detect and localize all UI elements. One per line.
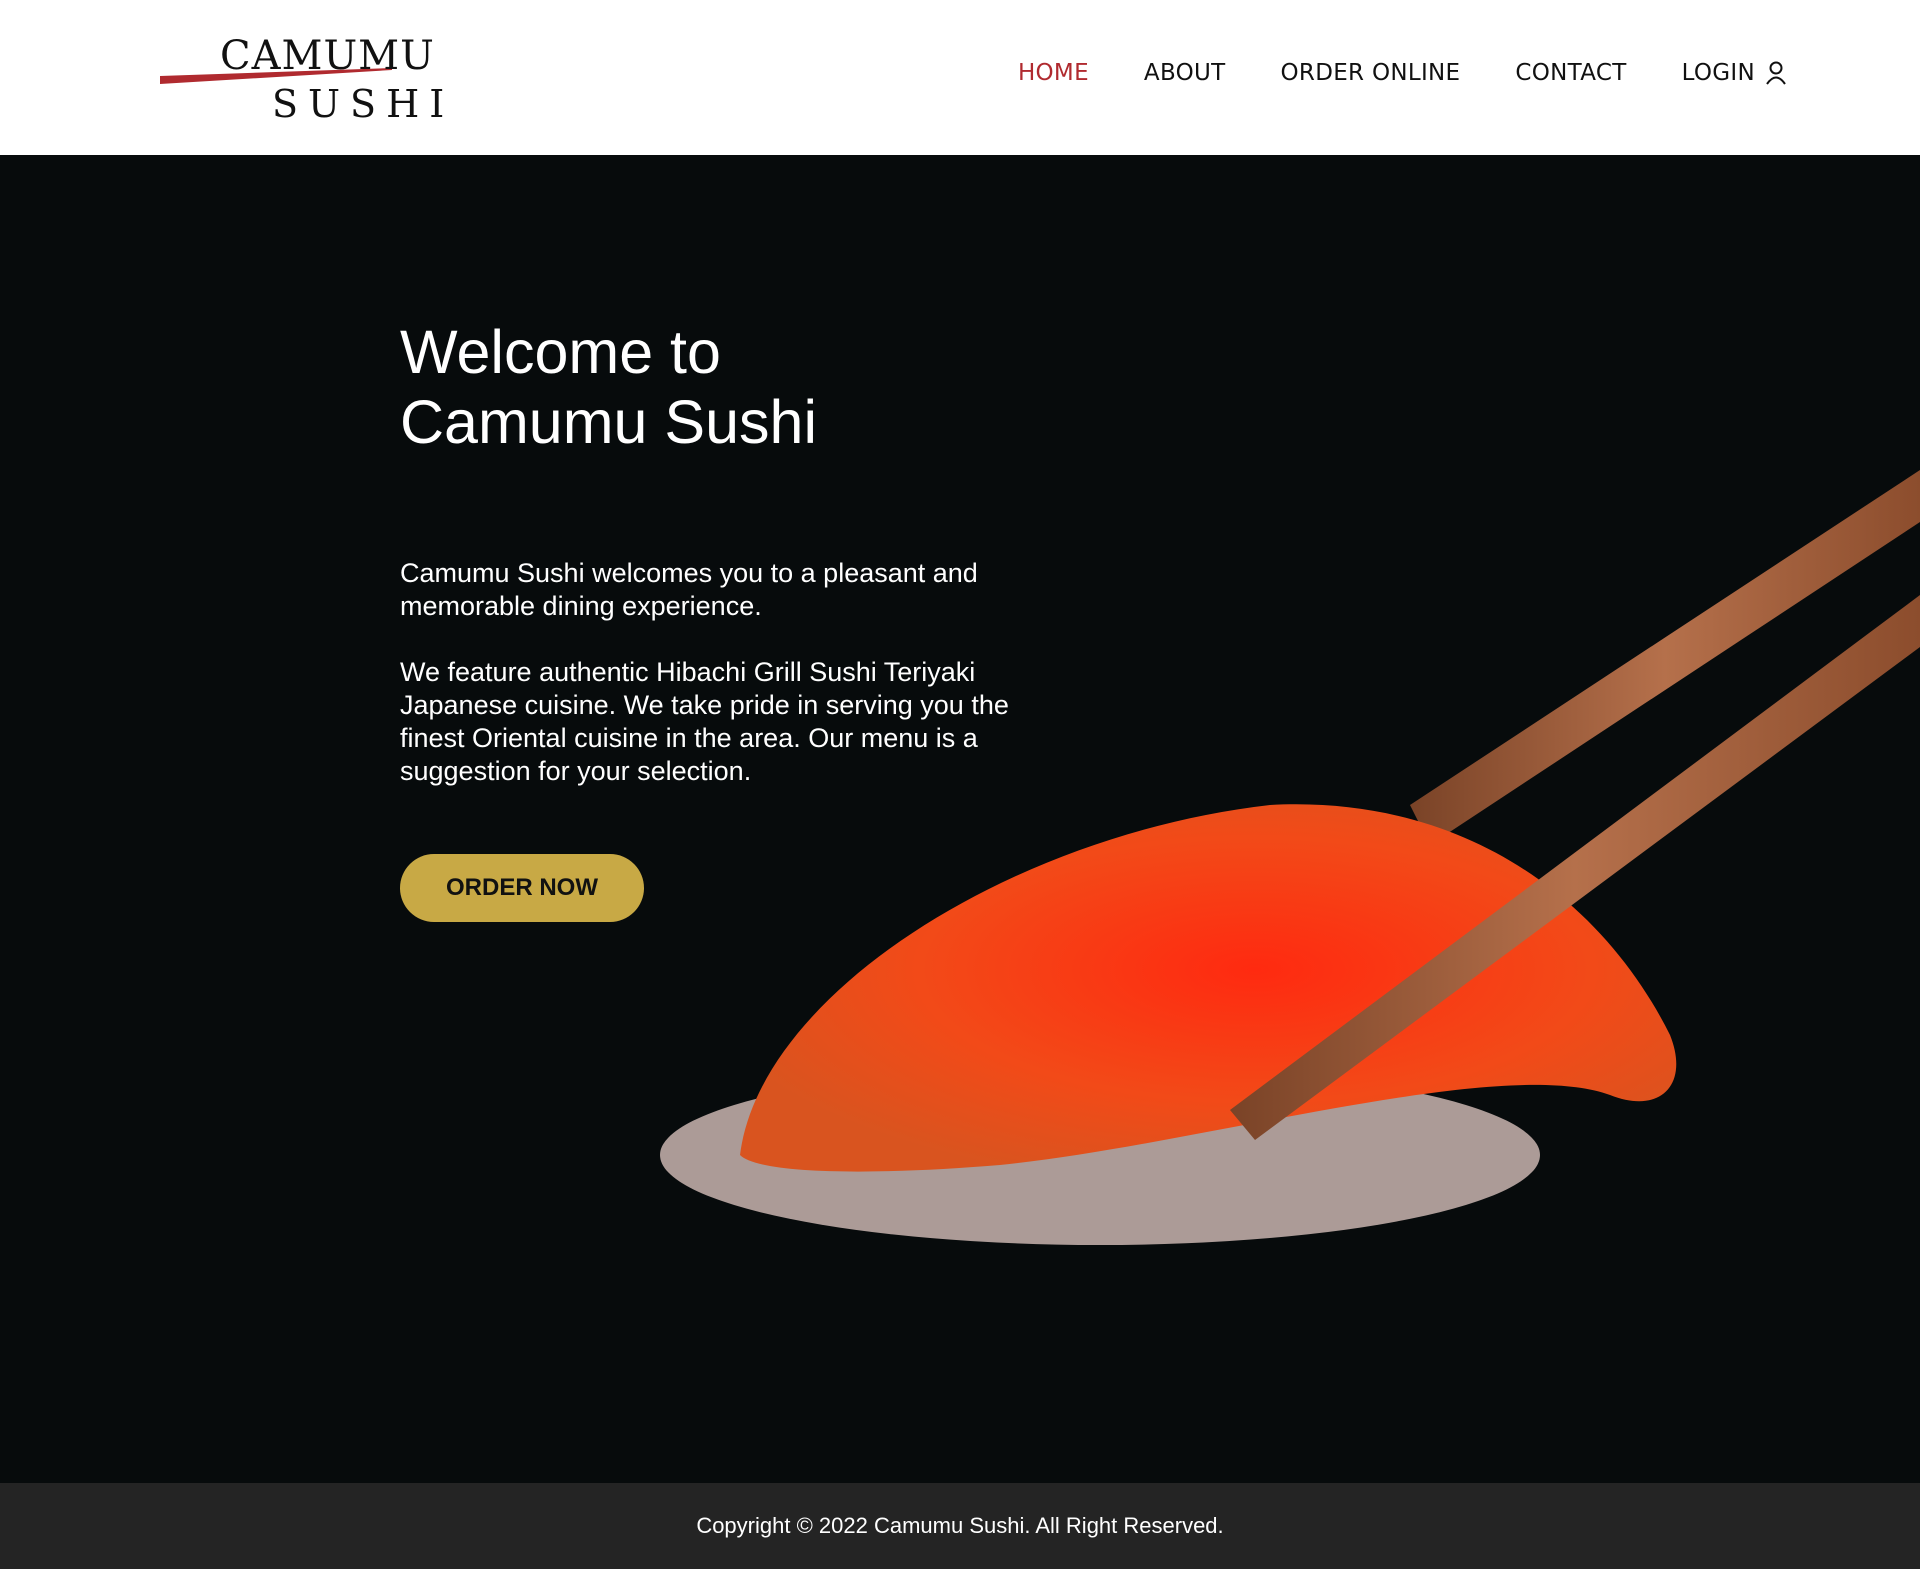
order-now-button[interactable]: ORDER NOW — [400, 854, 644, 922]
logo-text-bottom: SUSHI — [272, 82, 455, 126]
nav-home[interactable]: HOME — [1018, 60, 1089, 86]
copyright-text: Copyright © 2022 Camumu Sushi. All Right… — [696, 1513, 1224, 1538]
nav-login[interactable]: LOGIN — [1682, 60, 1787, 86]
hero-intro-text: Camumu Sushi welcomes you to a pleasant … — [400, 558, 978, 621]
nav-contact[interactable]: CONTACT — [1515, 60, 1626, 86]
hero-title: Welcome to Camumu Sushi — [400, 317, 1080, 457]
nav-login-label: LOGIN — [1681, 60, 1755, 86]
site-footer: Copyright © 2022 Camumu Sushi. All Right… — [0, 1483, 1920, 1569]
site-header: CAMUMU SUSHI HOME ABOUT ORDER ONLINE CON… — [0, 0, 1920, 155]
nav-about[interactable]: ABOUT — [1144, 60, 1226, 86]
hero-description-text: We feature authentic Hibachi Grill Sushi… — [400, 657, 1009, 786]
hero-title-line1: Welcome to — [400, 318, 721, 386]
logo-text-top: CAMUMU — [220, 33, 435, 79]
main-nav: HOME ABOUT ORDER ONLINE CONTACT LOGIN — [963, 60, 1787, 86]
nav-order-online[interactable]: ORDER ONLINE — [1281, 60, 1461, 86]
hero-text-block: Welcome to Camumu Sushi Camumu Sushi wel… — [400, 317, 1080, 922]
hero-section: Welcome to Camumu Sushi Camumu Sushi wel… — [0, 155, 1920, 1483]
hero-title-line2: Camumu Sushi — [400, 388, 817, 456]
brand-logo[interactable]: CAMUMU SUSHI — [160, 28, 444, 128]
user-icon — [1766, 61, 1786, 85]
